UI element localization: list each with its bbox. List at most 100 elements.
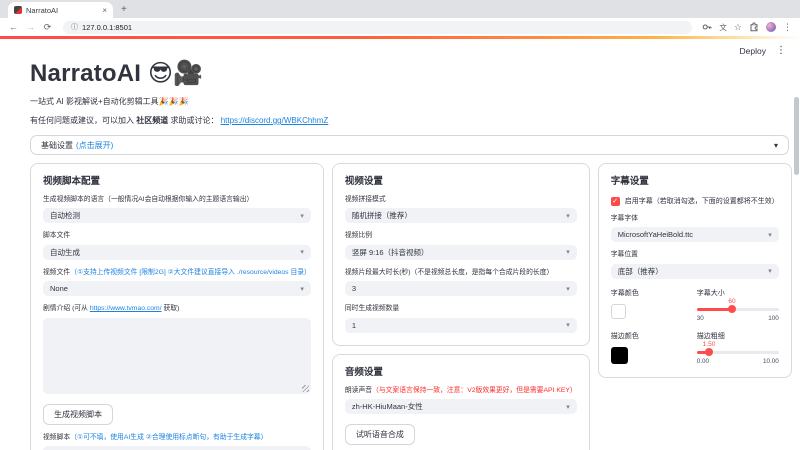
- voice-label-text: 朗读声音: [344, 386, 373, 394]
- browser-tab[interactable]: NarratoAI ×: [8, 2, 113, 18]
- chevron-down-icon: ▾: [566, 403, 570, 411]
- page-scrollbar[interactable]: [794, 97, 799, 175]
- stroke-width-min: 0.00: [696, 357, 709, 365]
- video-script-label-text: 视频脚本: [43, 433, 71, 441]
- script-file-label: 脚本文件: [43, 232, 71, 240]
- chevron-down-icon: ▾: [300, 249, 304, 257]
- forward-icon[interactable]: →: [25, 22, 36, 32]
- deploy-button[interactable]: Deploy: [740, 46, 766, 56]
- ratio-select[interactable]: 竖屏 9:16（抖音视频） ▾: [344, 244, 577, 260]
- language-label: 生成视频脚本的语言（一般情况AI会自动根据你输入的主题语言输出）: [43, 196, 254, 203]
- subtitle-position-label: 字幕位置: [610, 251, 638, 259]
- video-file-select[interactable]: None ▾: [43, 281, 311, 297]
- concat-mode-value: 随机拼接（推荐）: [351, 211, 412, 221]
- resize-grip-icon[interactable]: [301, 384, 309, 392]
- expander-hint: (点击展开): [76, 140, 114, 150]
- expander-title: 基础设置: [41, 140, 73, 150]
- url-text: 127.0.0.1:8501: [82, 22, 133, 32]
- subtitle-size-max: 100: [768, 314, 779, 322]
- favicon-icon: [14, 6, 22, 14]
- stroke-width-value: 1.50: [702, 340, 716, 348]
- subtitle-font-label: 字幕字体: [610, 215, 638, 222]
- video-settings-card: 视频设置 视频拼接模式 随机拼接（推荐） ▾ 视频比例 竖屏 9:16（抖音视频…: [331, 163, 590, 346]
- help-channel: 社区频道: [136, 116, 169, 125]
- app-menu-icon[interactable]: ⋮: [776, 45, 786, 56]
- browser-tab-strip: NarratoAI × +: [0, 0, 800, 18]
- reload-icon[interactable]: ⟳: [42, 22, 53, 33]
- chevron-down-icon: ▾: [566, 322, 570, 330]
- subtitle-color-swatch[interactable]: [610, 303, 626, 319]
- chevron-down-icon: ▾: [300, 212, 304, 220]
- ratio-label: 视频比例: [344, 232, 373, 240]
- bookmark-star-icon[interactable]: ☆: [734, 22, 742, 33]
- concat-mode-select[interactable]: 随机拼接（推荐） ▾: [344, 208, 577, 224]
- subtitle-font-select[interactable]: MicrosoftYaHeiBold.ttc ▾: [610, 227, 779, 243]
- voice-select[interactable]: zh-HK-HiuMaan-女性 ▾: [344, 399, 577, 415]
- stroke-color-label: 描边颜色: [610, 332, 639, 340]
- subtitle-settings-card: 字幕设置 ✓ 启用字幕（若取消勾选，下面的设置都将不生效） 字幕字体 Micro…: [597, 163, 792, 378]
- video-file-value: None: [50, 284, 68, 294]
- enable-subtitle-checkbox[interactable]: ✓: [610, 196, 620, 206]
- ratio-value: 竖屏 9:16（抖音视频）: [351, 247, 429, 257]
- language-value: 自动检测: [50, 211, 80, 221]
- tvmao-link[interactable]: https://www.tvmao.com/: [90, 305, 162, 312]
- stroke-width-slider[interactable]: 1.50 0.00 10.00: [696, 340, 779, 365]
- voice-hint: （与文案语言保持一致，注意：V2版效果更好，但是需要API KEY）: [372, 386, 577, 394]
- enable-subtitle-label: 启用字幕（若取消勾选，下面的设置都将不生效）: [624, 198, 779, 205]
- voice-value: zh-HK-HiuMaan-女性: [351, 402, 423, 412]
- video-file-label-text: 视频文件: [43, 268, 71, 276]
- video-script-label: 视频脚本（①可不填，使用AI生成 ②合理使用标点断句，有助于生成字幕）: [43, 434, 311, 442]
- extensions-puzzle-icon[interactable]: [749, 22, 759, 32]
- script-file-select[interactable]: 自动生成 ▾: [43, 244, 311, 260]
- script-file-value: 自动生成: [50, 247, 80, 257]
- basic-settings-expander[interactable]: 基础设置 (点击展开) ▾: [30, 135, 789, 155]
- subtitle-position-select[interactable]: 底部（推荐） ▾: [610, 263, 779, 279]
- voice-label: 朗读声音（与文案语言保持一致，注意：V2版效果更好，但是需要API KEY）: [345, 387, 577, 395]
- clip-duration-select[interactable]: 3 ▾: [344, 281, 577, 297]
- voice-preview-button[interactable]: 试听语音合成: [344, 424, 415, 446]
- subtitle-size-slider[interactable]: 60 30 100: [696, 298, 779, 322]
- plot-label-text: 剧情介绍: [43, 305, 71, 313]
- page-subtitle: 一站式 AI 影视解说+自动化剪辑工具🎉🎉🎉: [30, 97, 189, 106]
- plot-hint-post: 获取): [163, 305, 180, 313]
- subtitle-color-label: 字幕颜色: [610, 289, 639, 297]
- subtitle-font-value: MicrosoftYaHeiBold.ttc: [617, 230, 694, 240]
- stroke-color-swatch[interactable]: [610, 346, 628, 364]
- subtitle-settings-title: 字幕设置: [610, 176, 649, 187]
- generate-script-button[interactable]: 生成视频脚本: [43, 403, 113, 425]
- stroke-width-max: 10.00: [762, 357, 779, 365]
- page-title: NarratoAI 😎🎥: [30, 60, 204, 87]
- translate-icon[interactable]: 文: [719, 22, 727, 33]
- back-icon[interactable]: ←: [8, 22, 19, 32]
- video-count-value: 1: [351, 320, 357, 330]
- subtitle-position-value: 底部（推荐）: [617, 266, 663, 276]
- help-middle: 求助或讨论：: [170, 116, 219, 125]
- chevron-down-icon: ▾: [566, 285, 570, 293]
- video-count-label: 同时生成视频数量: [344, 305, 400, 313]
- video-count-select[interactable]: 1 ▾: [344, 317, 577, 333]
- discord-link[interactable]: https://discord.gg/WBKChhmZ: [221, 116, 329, 125]
- profile-avatar[interactable]: [766, 22, 776, 32]
- browser-menu-icon[interactable]: ⋮: [783, 22, 792, 33]
- plot-textarea[interactable]: [43, 317, 311, 394]
- password-key-icon[interactable]: [702, 22, 712, 32]
- stroke-width-label: 描边粗细: [696, 332, 725, 340]
- app-root: Deploy ⋮ NarratoAI 😎🎥 一站式 AI 影视解说+自动化剪辑工…: [0, 39, 800, 450]
- new-tab-button[interactable]: +: [121, 2, 127, 18]
- audio-settings-title: 音频设置: [344, 366, 383, 378]
- tab-close-icon[interactable]: ×: [102, 6, 107, 15]
- chevron-down-icon: ▾: [768, 231, 772, 239]
- chevron-down-icon: ▾: [300, 285, 304, 293]
- chevron-down-icon[interactable]: ▾: [774, 141, 778, 150]
- slider-thumb[interactable]: [705, 348, 714, 357]
- address-bar[interactable]: ⓘ 127.0.0.1:8501: [63, 20, 693, 34]
- video-script-textarea[interactable]: [43, 446, 311, 450]
- clip-duration-label: 视频片段最大时长(秒)（不是视频总长度，是指每个合成片段的长度）: [344, 268, 554, 276]
- script-config-card: 视频脚本配置 生成视频脚本的语言（一般情况AI会自动根据你输入的主题语言输出） …: [30, 163, 324, 450]
- clip-duration-value: 3: [351, 284, 357, 294]
- site-info-icon[interactable]: ⓘ: [71, 22, 78, 32]
- slider-thumb[interactable]: [727, 305, 736, 314]
- script-config-title: 视频脚本配置: [43, 176, 101, 187]
- language-select[interactable]: 自动检测 ▾: [43, 208, 311, 224]
- subtitle-size-label: 字幕大小: [696, 289, 725, 297]
